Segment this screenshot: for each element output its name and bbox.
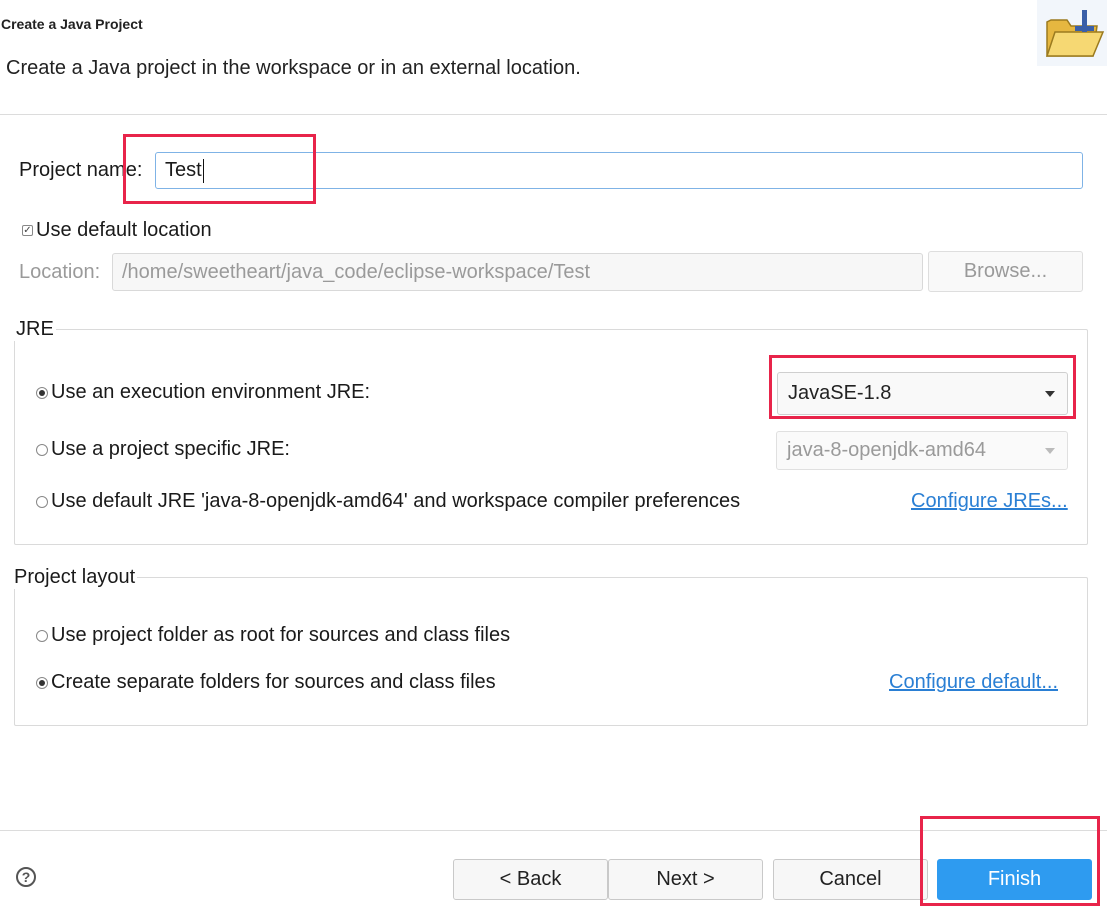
- back-button[interactable]: < Back: [453, 859, 608, 900]
- location-label: Location:: [19, 261, 101, 283]
- jre-execution-environment-radio[interactable]: [36, 387, 48, 399]
- project-layout-group-title: Project layout: [12, 566, 138, 589]
- location-input: /home/sweetheart/java_code/eclipse-works…: [112, 253, 923, 291]
- next-button[interactable]: Next >: [608, 859, 763, 900]
- jre-default-label[interactable]: Use default JRE 'java-8-openjdk-amd64' a…: [51, 490, 740, 513]
- jre-project-specific-label[interactable]: Use a project specific JRE:: [51, 438, 290, 461]
- highlight-project-name: [123, 134, 316, 204]
- new-java-project-folder-icon: [1037, 0, 1107, 66]
- jre-project-specific-radio[interactable]: [36, 444, 48, 456]
- use-default-location-label[interactable]: Use default location: [36, 219, 212, 242]
- browse-button: Browse...: [928, 251, 1083, 292]
- help-icon[interactable]: ?: [16, 867, 36, 887]
- header-separator: [0, 114, 1107, 115]
- layout-separate-radio[interactable]: [36, 677, 48, 689]
- project-specific-jre-combo: java-8-openjdk-amd64: [776, 431, 1068, 470]
- wizard-description: Create a Java project in the workspace o…: [6, 57, 581, 79]
- jre-execution-environment-label[interactable]: Use an execution environment JRE:: [51, 381, 370, 404]
- use-default-location-checkbox[interactable]: ✓: [22, 225, 33, 236]
- configure-jres-link[interactable]: Configure JREs...: [911, 490, 1068, 513]
- jre-default-radio[interactable]: [36, 496, 48, 508]
- project-specific-jre-value: java-8-openjdk-amd64: [787, 439, 987, 461]
- dropdown-arrow-icon: [1045, 447, 1055, 454]
- jre-group-title: JRE: [14, 318, 56, 341]
- layout-root-label[interactable]: Use project folder as root for sources a…: [51, 624, 510, 647]
- layout-root-radio[interactable]: [36, 630, 48, 642]
- wizard-title: Create a Java Project: [1, 16, 143, 32]
- project-layout-group: [14, 577, 1088, 726]
- cancel-button[interactable]: Cancel: [773, 859, 928, 900]
- highlight-execution-environment: [769, 355, 1076, 419]
- highlight-finish: [920, 816, 1100, 906]
- configure-default-link[interactable]: Configure default...: [889, 671, 1058, 694]
- location-value: /home/sweetheart/java_code/eclipse-works…: [122, 260, 591, 283]
- layout-separate-label[interactable]: Create separate folders for sources and …: [51, 671, 496, 694]
